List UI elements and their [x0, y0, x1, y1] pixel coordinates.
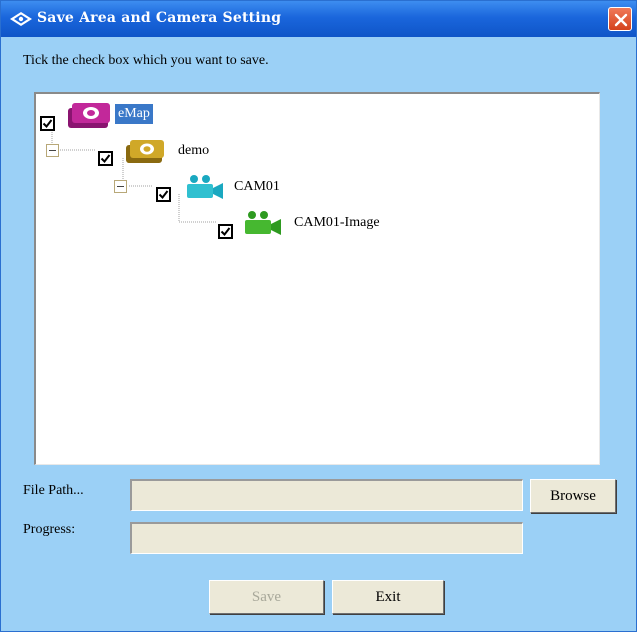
- checkmark-icon: [42, 119, 53, 129]
- close-button[interactable]: [608, 7, 632, 31]
- app-icon: [9, 11, 33, 27]
- camera-icon: [184, 173, 226, 206]
- checkmark-icon: [100, 154, 111, 164]
- browse-button[interactable]: Browse: [530, 479, 616, 513]
- tree-node-cam01-label[interactable]: CAM01: [234, 179, 280, 195]
- tree-node-emap-label[interactable]: eMap: [115, 104, 153, 124]
- checkmark-icon: [158, 190, 169, 200]
- file-path-field[interactable]: [130, 479, 523, 511]
- tree-node-emap-checkbox[interactable]: [40, 116, 55, 131]
- tree-node-demo-collapse-toggle[interactable]: [114, 180, 127, 193]
- camera-image-icon: [242, 209, 284, 242]
- title-bar[interactable]: Save Area and Camera Setting: [1, 1, 636, 37]
- emap-icon: [66, 100, 112, 135]
- tree-node-cam01-checkbox[interactable]: [156, 187, 171, 202]
- area-icon: [124, 137, 168, 170]
- window-title: Save Area and Camera Setting: [37, 10, 282, 26]
- save-tree-view[interactable]: eMap demo CAM01 CAM01-Image: [34, 92, 600, 465]
- checkmark-icon: [220, 227, 231, 237]
- tree-node-demo-checkbox[interactable]: [98, 151, 113, 166]
- tree-node-cam01-image-checkbox[interactable]: [218, 224, 233, 239]
- instruction-text: Tick the check box which you want to sav…: [23, 53, 269, 68]
- dialog-window: Save Area and Camera Setting Tick the ch…: [0, 0, 637, 632]
- save-button[interactable]: Save: [209, 580, 324, 614]
- close-icon: [614, 13, 628, 27]
- tree-node-emap-collapse-toggle[interactable]: [46, 144, 59, 157]
- progress-bar: [130, 522, 523, 554]
- tree-node-cam01-image-label[interactable]: CAM01-Image: [294, 215, 380, 231]
- exit-button[interactable]: Exit: [332, 580, 444, 614]
- tree-node-demo-label[interactable]: demo: [178, 143, 209, 159]
- tree-connector-lines: [51, 130, 216, 223]
- progress-label: Progress:: [23, 522, 76, 537]
- file-path-label: File Path...: [23, 483, 84, 498]
